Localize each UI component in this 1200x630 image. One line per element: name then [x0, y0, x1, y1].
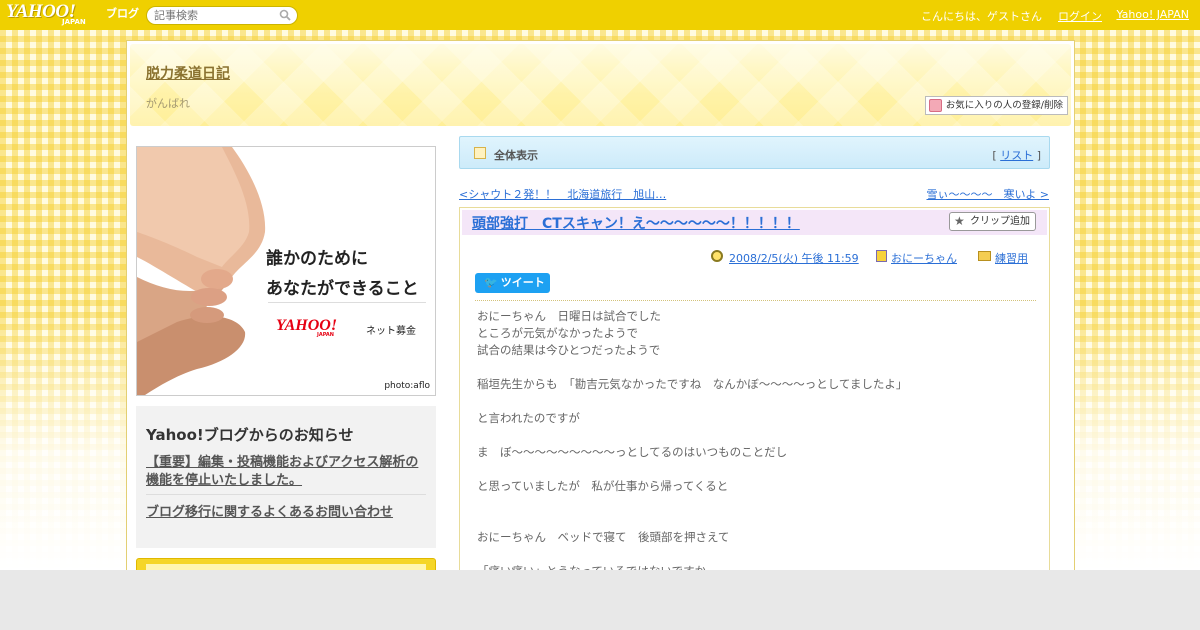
body-line: 稲垣先生からも 「勘吉元気なかったですね なんかぼ～～～～っとしてましたよ」 [477, 377, 908, 391]
ad-tagline: ネット募金 [366, 326, 416, 337]
article-title[interactable]: 頭部強打 CTスキャン！え～～～～～～！！！！！ [472, 213, 800, 233]
favorite-button-label: お気に入りの人の登録/削除 [945, 100, 1063, 111]
article-category-link[interactable]: 練習用 [995, 250, 1028, 266]
notice-link-important[interactable]: 【重要】編集・投稿機能およびアクセス解析の機能を停止いたしました。 [146, 454, 428, 490]
body-line [477, 461, 1037, 478]
logo-blog: ブログ [106, 7, 139, 20]
body-line: ところが元気がなかったようで [477, 326, 638, 340]
clock-icon [711, 250, 723, 262]
body-line: と思っていましたが 私が仕事から帰ってくると [477, 479, 729, 493]
blog-header: 脱力柔道日記 がんばれ お気に入りの人の登録/削除 [130, 44, 1071, 126]
login-link[interactable]: ログイン [1058, 8, 1102, 24]
bracket-close: ] [1033, 149, 1041, 162]
tweet-label: ツイート [500, 276, 545, 289]
bottom-strip [0, 570, 1200, 630]
body-line: おにーちゃん 日曜日は試合でした [477, 309, 661, 323]
search-input[interactable] [146, 6, 298, 25]
next-article-link[interactable]: 雪ぃ～～～～ 寒いよ > [927, 186, 1050, 202]
body-line [477, 495, 1037, 512]
ad-line-1: 誰かのために [266, 249, 368, 269]
clip-button-label: クリップ追加 [970, 216, 1030, 227]
blog-frame: 脱力柔道日記 がんばれ お気に入りの人の登録/削除 誰かのために あなたができる… [126, 40, 1075, 588]
list-view-link[interactable]: リスト [1000, 149, 1033, 162]
clip-add-button[interactable]: ★ クリップ追加 [949, 212, 1036, 231]
body-line [477, 359, 1037, 376]
notice-title: Yahoo!ブログからのお知らせ [146, 426, 354, 444]
logo-sub: JAPAN [62, 18, 86, 26]
user-icon [876, 250, 887, 262]
view-mode-bar: 全体表示 [ リスト ] [459, 136, 1050, 169]
notice-box: Yahoo!ブログからのお知らせ 【重要】編集・投稿機能およびアクセス解析の機能… [136, 406, 436, 548]
body-line: おにーちゃん ベッドで寝て 後頭部を押さえて [477, 530, 730, 544]
ad-divider [268, 302, 426, 303]
list-view-toggle: [ リスト ] [992, 147, 1041, 163]
charity-ad-banner[interactable]: 誰かのために あなたができること YAHOO! JAPAN ネット募金 phot… [136, 146, 436, 396]
body-line: と言われたのですが [477, 411, 580, 425]
handshake-illustration [137, 147, 266, 395]
body-line [477, 427, 1037, 444]
article-meta: 2008/2/5(火) 午後 11:59 おにーちゃん 練習用 [460, 250, 1037, 266]
greeting-text: こんにちは、ゲストさん [921, 10, 1042, 23]
body-line: 試合の結果は今ひとつだったようで [477, 343, 661, 357]
favorite-register-button[interactable]: お気に入りの人の登録/削除 [924, 96, 1068, 115]
article-header: 頭部強打 CTスキャン！え～～～～～～！！！！！ ★ クリップ追加 [462, 210, 1047, 235]
prev-article-link[interactable]: <シャウト２発！！ 北海道旅行 旭山… [459, 186, 666, 202]
folder-icon [978, 251, 991, 261]
yahoo-japan-link[interactable]: Yahoo! JAPAN [1116, 8, 1189, 21]
ad-yahoo-logo-sub: JAPAN [317, 332, 334, 338]
top-bar: YAHOO! JAPAN ブログ こんにちは、ゲストさん ログイン Yahoo!… [0, 0, 1200, 30]
ad-line-2: あなたができること [266, 279, 419, 299]
search-icon[interactable] [279, 9, 291, 21]
chevron-right-icon [474, 147, 486, 159]
body-line [477, 546, 1037, 563]
view-mode-label: 全体表示 [494, 149, 538, 162]
body-line [477, 393, 1037, 410]
blog-title[interactable]: 脱力柔道日記 [146, 63, 230, 83]
star-icon: ★ [954, 214, 965, 228]
heart-icon [928, 99, 942, 112]
tweet-button[interactable]: 🐦 ツイート [475, 273, 550, 293]
twitter-bird-icon: 🐦 [484, 276, 498, 289]
article-body: おにーちゃん 日曜日は試合でした ところが元気がなかったようで 試合の結果は今ひ… [477, 308, 1037, 580]
blog-subtitle: がんばれ [146, 97, 190, 110]
article-date-link[interactable]: 2008/2/5(火) 午後 11:59 [729, 250, 859, 266]
notice-divider [146, 494, 426, 495]
yahoo-blog-logo[interactable]: YAHOO! JAPAN ブログ [6, 2, 139, 28]
body-line [477, 512, 1037, 529]
article-author-link[interactable]: おにーちゃん [891, 250, 957, 266]
article: 頭部強打 CTスキャン！え～～～～～～！！！！！ ★ クリップ追加 2008/2… [459, 207, 1050, 587]
ad-photo-credit: photo:aflo [384, 381, 430, 391]
notice-link-faq[interactable]: ブログ移行に関するよくあるお問い合わせ [146, 501, 393, 520]
article-divider [475, 300, 1036, 301]
body-line: ま ぼ～～～～～～～～～っとしてるのはいつものことだし [477, 445, 788, 459]
